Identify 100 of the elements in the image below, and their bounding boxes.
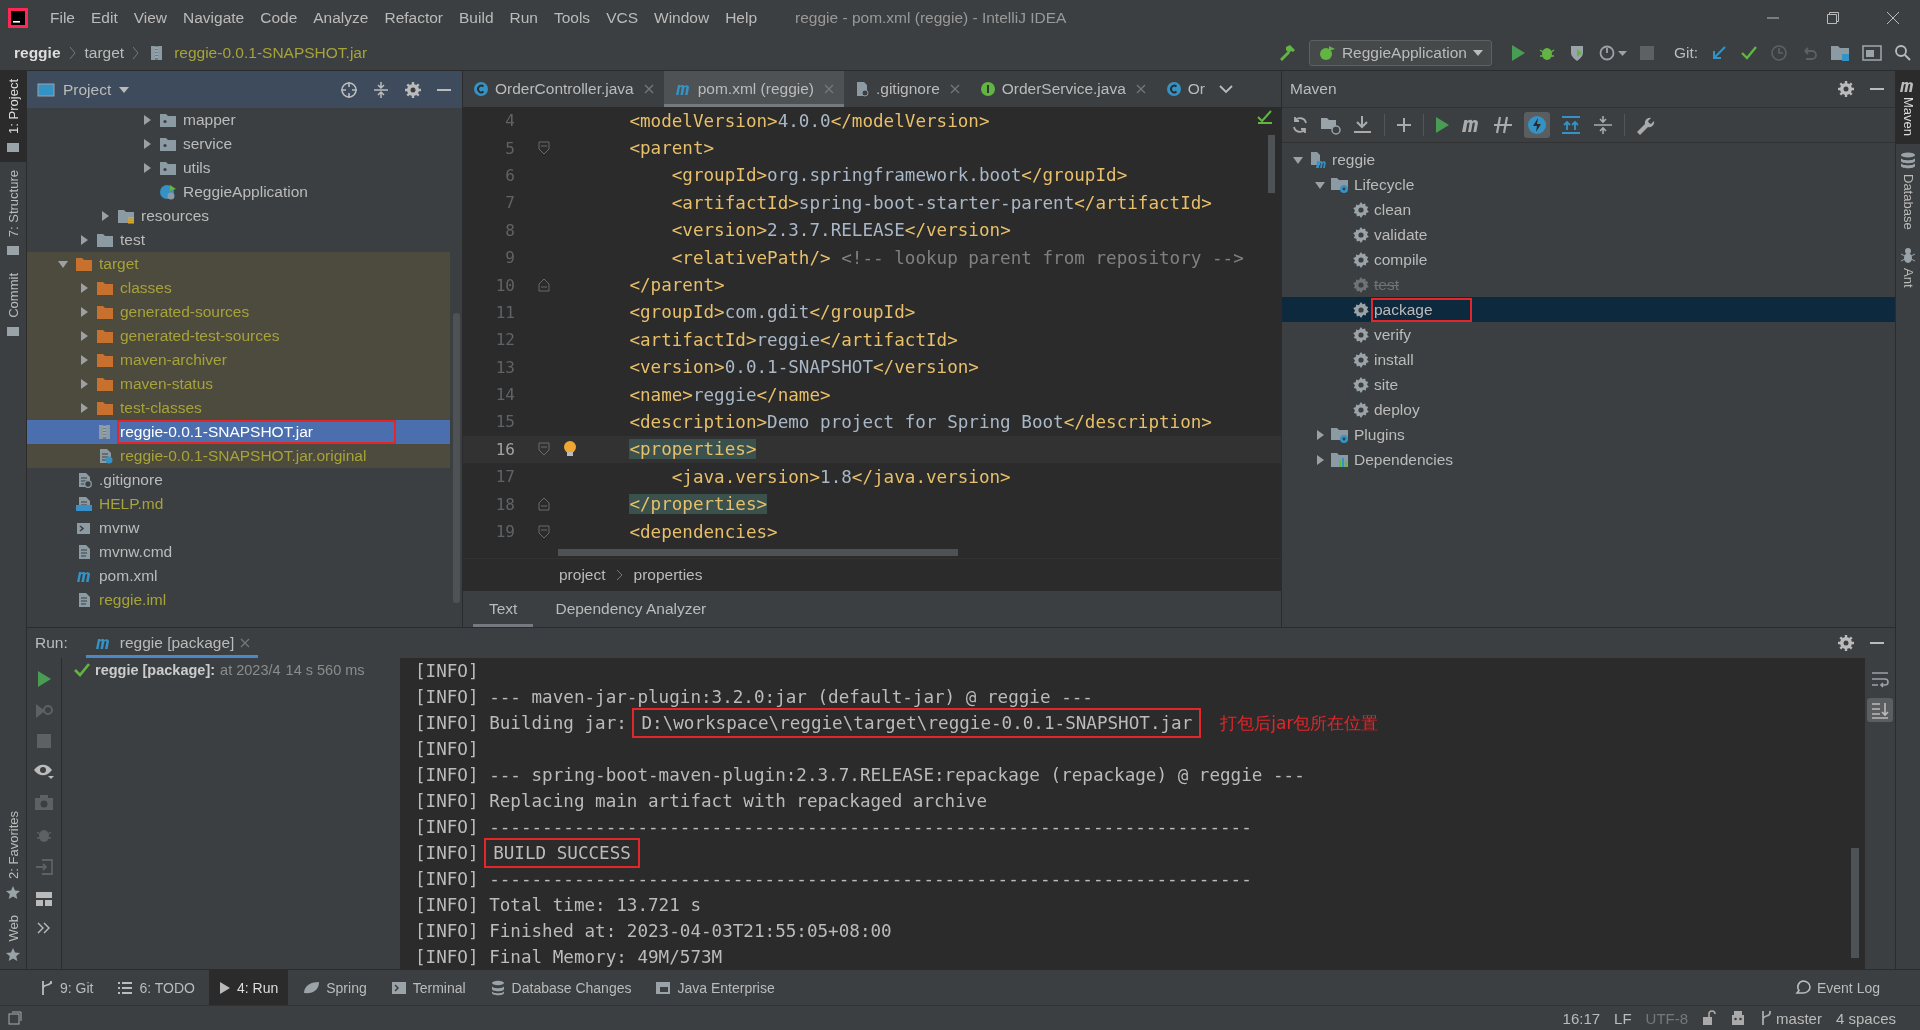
- tree-item[interactable]: mvnw.cmd: [27, 540, 450, 564]
- reload-icon[interactable]: [1290, 115, 1310, 135]
- tree-item[interactable]: service: [27, 132, 450, 156]
- expand-all-icon[interactable]: [1560, 115, 1582, 135]
- expand-arrow-icon[interactable]: [78, 354, 90, 366]
- expand-arrow-icon[interactable]: [99, 210, 111, 222]
- breadcrumb-item[interactable]: target: [84, 43, 125, 62]
- tool-window-button[interactable]: Database Changes: [479, 970, 642, 1005]
- fold-marker-icon[interactable]: [538, 442, 550, 457]
- editor-tab[interactable]: OrderService.java: [969, 71, 1156, 107]
- maven-item[interactable]: validate: [1282, 222, 1895, 247]
- run-tab[interactable]: reggie [package]: [85, 628, 259, 658]
- editor-tab[interactable]: Or: [1155, 71, 1215, 107]
- maven-item[interactable]: site: [1282, 372, 1895, 397]
- panel-title[interactable]: Project: [63, 80, 112, 99]
- project-structure-icon[interactable]: [1830, 43, 1850, 62]
- tree-item[interactable]: maven-status: [27, 372, 450, 396]
- maven-item[interactable]: Plugins: [1282, 422, 1895, 447]
- tool-window-button[interactable]: Java Enterprise: [645, 970, 785, 1005]
- tree-item[interactable]: maven-archiver: [27, 348, 450, 372]
- tree-item[interactable]: test-classes: [27, 396, 450, 420]
- close-icon[interactable]: [1886, 10, 1900, 25]
- tab-list-chevron-icon[interactable]: [1219, 84, 1233, 94]
- soft-wrap-icon[interactable]: [1870, 670, 1890, 688]
- tree-item[interactable]: mvnw: [27, 516, 450, 540]
- menu-item[interactable]: VCS: [598, 8, 646, 27]
- restore-icon[interactable]: [1826, 10, 1840, 25]
- line-separator[interactable]: LF: [1614, 1009, 1632, 1027]
- run-result-item[interactable]: reggie [package]: at 2023/4 14 s 560 ms: [62, 658, 400, 678]
- skip-tests-toggle[interactable]: [1524, 112, 1550, 138]
- close-icon[interactable]: [1135, 84, 1146, 94]
- tree-item[interactable]: .gitignore: [27, 468, 450, 492]
- maven-item[interactable]: clean: [1282, 197, 1895, 222]
- tree-item[interactable]: mapper: [27, 108, 450, 132]
- menu-item[interactable]: Refactor: [376, 8, 452, 27]
- tool-window-tab[interactable]: 2: Favorites: [0, 802, 26, 907]
- menu-item[interactable]: Navigate: [175, 8, 253, 27]
- maven-item[interactable]: Lifecycle: [1282, 172, 1895, 197]
- tree-item[interactable]: ReggieApplication: [27, 180, 450, 204]
- menu-item[interactable]: Code: [252, 8, 306, 27]
- panel-toggle-icon[interactable]: [8, 1011, 22, 1025]
- tool-window-tab[interactable]: Ant: [1896, 237, 1920, 296]
- tree-item[interactable]: reggie-0.0.1-SNAPSHOT.jar: [27, 420, 450, 444]
- target-icon[interactable]: [340, 80, 358, 99]
- tool-window-tab[interactable]: Database: [1896, 144, 1920, 238]
- expand-arrow-icon[interactable]: [78, 378, 90, 390]
- fold-marker-icon[interactable]: [538, 141, 550, 156]
- menu-item[interactable]: Help: [717, 8, 766, 27]
- run-icon[interactable]: [1509, 43, 1526, 62]
- scrollbar[interactable]: [1851, 848, 1859, 958]
- expand-arrow-icon[interactable]: [141, 138, 153, 150]
- tree-item[interactable]: resources: [27, 204, 450, 228]
- tool-window-tab[interactable]: 7: Structure: [0, 161, 26, 266]
- tree-item[interactable]: generated-sources: [27, 300, 450, 324]
- maven-item[interactable]: Dependencies: [1282, 447, 1895, 472]
- maven-item[interactable]: compile: [1282, 247, 1895, 272]
- tree-item[interactable]: classes: [27, 276, 450, 300]
- tool-window-button[interactable]: 9: Git: [30, 970, 104, 1005]
- editor-mode-tab[interactable]: Text: [473, 591, 534, 627]
- breadcrumb-item[interactable]: reggie-0.0.1-SNAPSHOT.jar: [174, 43, 368, 62]
- profiler-icon[interactable]: [1597, 43, 1628, 62]
- expand-arrow-icon[interactable]: [141, 114, 153, 126]
- caret-icon[interactable]: [119, 85, 130, 94]
- tool-window-button[interactable]: Spring: [292, 970, 377, 1005]
- layout-icon[interactable]: [34, 890, 54, 908]
- settings-icon[interactable]: [404, 80, 422, 99]
- tree-item[interactable]: reggie.iml: [27, 588, 450, 612]
- run-icon[interactable]: [1434, 116, 1450, 134]
- fold-marker-icon[interactable]: [538, 278, 550, 293]
- eye-icon[interactable]: [33, 762, 55, 780]
- indent-setting[interactable]: 4 spaces: [1835, 1009, 1896, 1027]
- git-branch[interactable]: master: [1760, 1009, 1822, 1027]
- collapse-all-icon[interactable]: [372, 80, 390, 99]
- editor-tab[interactable]: pom.xml (reggie): [663, 71, 844, 107]
- expand-arrow-icon[interactable]: [141, 162, 153, 174]
- expand-arrow-icon[interactable]: [1314, 428, 1326, 441]
- tree-item[interactable]: utils: [27, 156, 450, 180]
- breadcrumb-item[interactable]: properties: [633, 566, 703, 584]
- collapse-all-icon[interactable]: [1592, 115, 1614, 135]
- menu-item[interactable]: Edit: [83, 8, 126, 27]
- fold-marker-icon[interactable]: [538, 497, 550, 512]
- fold-marker-icon[interactable]: [538, 524, 550, 539]
- settings-icon[interactable]: [1837, 634, 1855, 652]
- download-icon[interactable]: [1352, 115, 1374, 135]
- tool-window-tab[interactable]: Web: [0, 906, 26, 969]
- menu-item[interactable]: Window: [646, 8, 718, 27]
- inspector-icon[interactable]: [1730, 1010, 1747, 1026]
- folder-sync-icon[interactable]: [1320, 115, 1342, 135]
- tool-window-button[interactable]: 6: TODO: [107, 970, 205, 1005]
- scrollbar[interactable]: [558, 549, 958, 556]
- add-icon[interactable]: [1395, 116, 1413, 134]
- scroll-to-end-toggle[interactable]: [1867, 698, 1893, 722]
- scrollbar[interactable]: [1268, 135, 1275, 193]
- maven-item[interactable]: deploy: [1282, 397, 1895, 422]
- parallel-lines-icon[interactable]: [1492, 115, 1514, 135]
- tree-item[interactable]: reggie-0.0.1-SNAPSHOT.jar.original: [27, 444, 450, 468]
- expand-arrow-icon[interactable]: [1314, 453, 1326, 466]
- tree-item[interactable]: target: [27, 252, 450, 276]
- run-icon[interactable]: [36, 670, 52, 688]
- maven-item[interactable]: reggie: [1282, 147, 1895, 172]
